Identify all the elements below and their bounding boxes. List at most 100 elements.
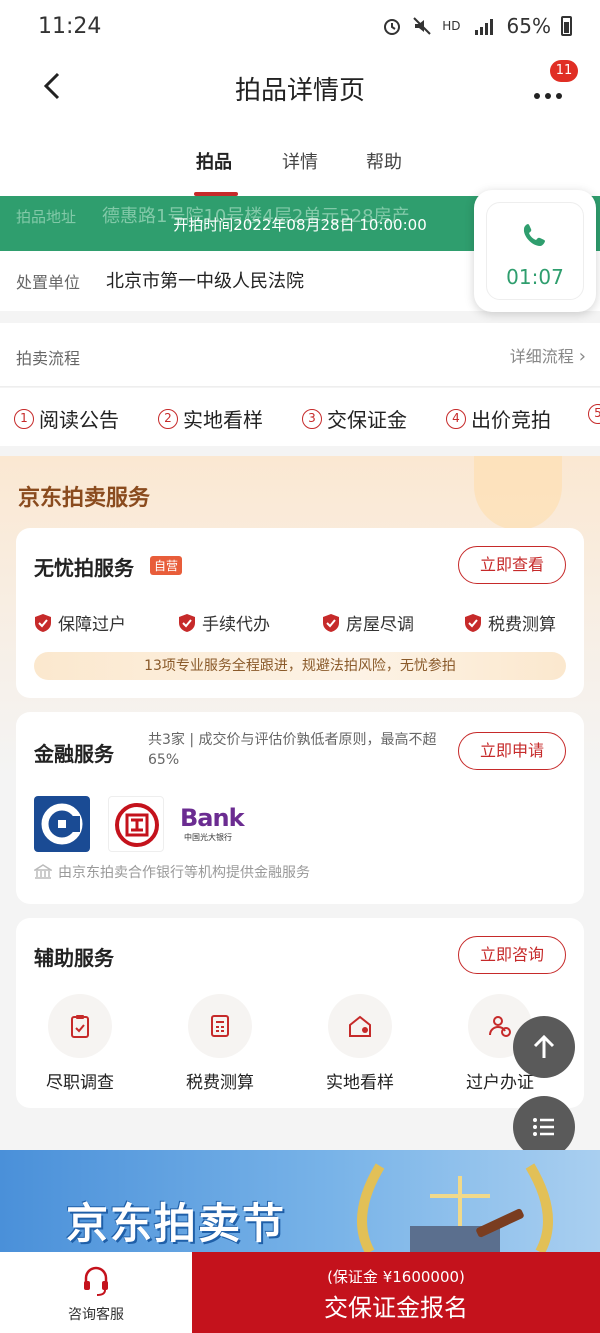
aux-item-tax-calc[interactable]: 税费测算 [170,994,270,1093]
ccb-bank-logo [34,796,90,852]
auxiliary-card: 辅助服务 立即咨询 尽职调查 税费测算 实地看样 过户办证 [16,918,584,1108]
icbc-bank-logo [108,796,164,852]
page-title: 拍品详情页 [234,76,365,106]
mute-icon [413,17,431,35]
step-label: 阅读公告 [39,408,119,432]
consult-now-button[interactable]: 立即咨询 [458,936,566,974]
call-timer: 01:07 [506,265,564,289]
aux-label: 实地看样 [326,1073,394,1093]
process-label: 拍卖流程 [16,349,81,368]
tab-bar: 拍品 详情 帮助 [0,124,600,196]
section-title: 京东拍卖服务 [18,486,151,511]
step-label: 出价竞拍 [471,408,551,432]
finance-footer: 由京东拍卖合作银行等机构提供金融服务 [34,862,310,882]
feature-item: 税费测算 [464,610,556,635]
aux-item-site-visit[interactable]: 实地看样 [310,994,410,1093]
call-widget[interactable]: 01:07 [474,190,596,312]
step-number: 2 [158,408,178,429]
scroll-top-button[interactable] [513,1016,575,1078]
org-label: 处置单位 [16,273,81,292]
chevron-right-icon: › [578,346,586,367]
phone-icon [487,221,583,255]
service-section: 京东拍卖服务 无忧拍服务 自营 立即查看 保障过户 手续代办 房屋尽调 税费测算… [0,456,600,1126]
apply-now-button[interactable]: 立即申请 [458,732,566,770]
tab-item[interactable]: 拍品 [196,148,232,174]
festival-banner[interactable]: 京东拍卖节 [0,1150,600,1252]
step-number: 4 [446,408,466,429]
shield-check-icon [465,613,481,632]
call-widget-inner: 01:07 [486,202,584,300]
battery-percent: 65% [506,14,551,38]
process-detail-link[interactable]: 详细流程 › [510,343,586,367]
deposit-register-button[interactable]: (保证金 ¥1600000) 交保证金报名 [192,1252,600,1333]
process-steps: 1 阅读公告 2 实地看样 3 交保证金 4 出价竞拍 5 [0,388,600,446]
finance-card: 金融服务 共3家 | 成交价与评估价孰低者原则，最高不超65% 立即申请 Ban… [16,712,584,904]
laurel-gavel-icon [357,1163,553,1252]
finance-title: 金融服务 [34,742,114,766]
alarm-icon [384,19,401,35]
self-operated-tag: 自营 [150,556,183,575]
status-bar: 11:24 HD 65% [0,0,600,56]
notification-badge: 11 [550,60,578,82]
tab-detail[interactable]: 详情 [282,148,318,174]
view-now-button[interactable]: 立即查看 [458,546,566,584]
ceb-bank-text: Bank [180,804,245,832]
finance-note: 共3家 | 成交价与评估价孰低者原则，最高不超65% [148,732,437,768]
feature-label: 税费测算 [488,615,556,635]
finance-footer-text: 由京东拍卖合作银行等机构提供金融服务 [58,865,310,881]
bottom-action-bar: 咨询客服 (保证金 ¥1600000) 交保证金报名 [0,1252,600,1333]
bank-building-icon [34,864,52,879]
signal-icon [474,19,493,35]
tab-help[interactable]: 帮助 [366,148,402,174]
step-number: 5 [588,404,600,424]
shield-check-icon [179,613,195,632]
service-promise: 13项专业服务全程跟进，规避法拍风险，无忧参拍 [34,652,566,680]
headset-icon [84,1266,108,1296]
step-label: 交保证金 [327,408,407,432]
worry-free-title: 无忧拍服务 [34,556,134,580]
org-value: 北京市第一中级人民法院 [106,271,304,292]
feature-item: 房屋尽调 [322,610,414,635]
ceb-bank-logo: Bank 中国光大银行 [180,796,245,852]
house-location-icon [328,994,392,1058]
process-step: 4 出价竞拍 [446,404,551,433]
calculator-icon [188,994,252,1058]
aux-label: 税费测算 [186,1073,254,1093]
aux-item-due-diligence[interactable]: 尽职调查 [30,994,130,1093]
list-icon [533,1118,554,1136]
deposit-register-label: 交保证金报名 [324,1294,468,1322]
shield-decoration-icon [474,456,562,530]
process-step: 5 [588,404,600,424]
feature-label: 房屋尽调 [346,615,414,635]
process-step: 2 实地看样 [158,404,263,433]
process-header[interactable]: 拍卖流程 详细流程 › [0,323,600,387]
deposit-amount: (保证金 ¥1600000) [327,1268,465,1286]
feature-item: 保障过户 [34,610,126,635]
worry-free-card: 无忧拍服务 自营 立即查看 保障过户 手续代办 房屋尽调 税费测算 13项专业服… [16,528,584,698]
clipboard-check-icon [48,994,112,1058]
festival-title: 京东拍卖节 [66,1199,287,1248]
status-time: 11:24 [38,14,102,39]
process-step: 1 阅读公告 [14,404,119,433]
process-detail-text: 详细流程 [509,347,574,366]
network-label: HD [442,19,461,33]
menu-button[interactable] [513,1096,575,1158]
aux-label: 尽职调查 [46,1073,114,1093]
auxiliary-title: 辅助服务 [34,946,114,970]
step-number: 3 [302,408,322,429]
feature-item: 手续代办 [178,610,270,635]
battery-icon [561,16,572,36]
shield-check-icon [323,613,339,632]
step-number: 1 [14,408,34,429]
arrow-up-icon [533,1034,555,1058]
nav-bar: 拍品详情页 11 [0,56,600,124]
shield-check-icon [35,613,51,632]
ceb-bank-subtitle: 中国光大银行 [184,833,232,842]
customer-service-label: 咨询客服 [68,1307,124,1323]
process-step: 3 交保证金 [302,404,407,433]
customer-service-button[interactable]: 咨询客服 [0,1252,192,1333]
status-icons: HD 65% [382,14,572,38]
feature-label: 手续代办 [202,615,270,635]
step-label: 实地看样 [183,408,263,432]
feature-label: 保障过户 [58,615,126,635]
